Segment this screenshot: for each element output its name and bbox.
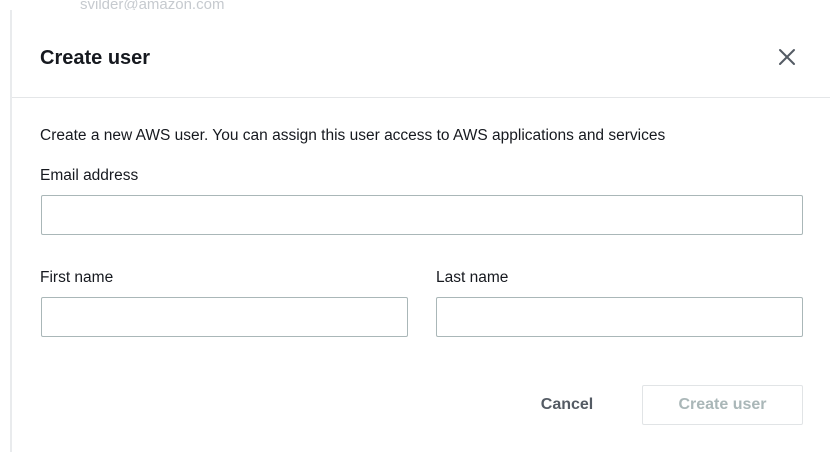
first-name-input[interactable] (41, 297, 408, 337)
close-button[interactable] (776, 46, 798, 68)
close-icon (779, 49, 795, 65)
last-name-input[interactable] (436, 297, 803, 337)
last-name-label: Last name (436, 269, 509, 286)
modal-title: Create user (40, 47, 151, 69)
email-input[interactable] (41, 195, 803, 235)
modal-header: Create user (12, 10, 830, 98)
cancel-button[interactable]: Cancel (524, 385, 610, 425)
first-name-label: First name (40, 269, 114, 286)
create-user-button[interactable]: Create user (642, 385, 803, 425)
modal-description: Create a new AWS user. You can assign th… (40, 127, 666, 144)
email-label: Email address (40, 167, 139, 184)
create-user-modal: Create user Create a new AWS user. You c… (12, 10, 830, 452)
